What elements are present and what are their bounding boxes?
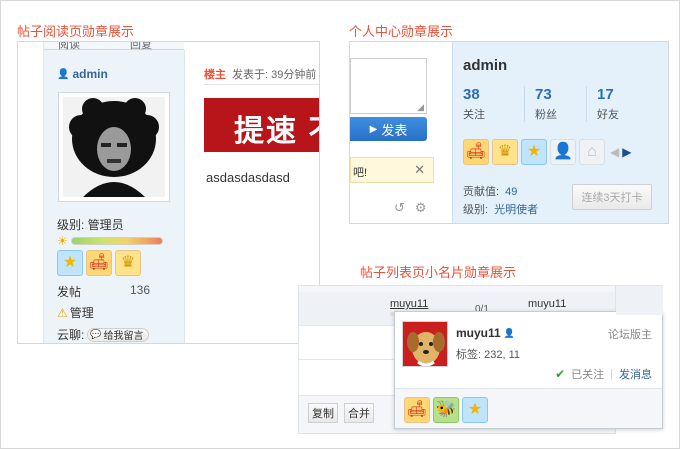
- followed-status[interactable]: 已关注: [571, 366, 604, 382]
- post-divider: [204, 84, 319, 85]
- level-progress-bar: [70, 237, 163, 245]
- list-section-title: 帖子列表页小名片勋章展示: [360, 265, 517, 280]
- post-textarea[interactable]: ◢: [350, 58, 427, 114]
- user-icon: 👤: [57, 68, 70, 80]
- level-bar-row: ☀: [57, 234, 163, 248]
- author-column: 👤 admin 级别: 管理员 ☀ ★ 🛋 ♛ 发帖 136 ⚠ 管理 云聊: …: [44, 50, 185, 343]
- card-role: 论坛版主: [608, 329, 652, 341]
- send-message-link[interactable]: 发消息: [619, 366, 652, 382]
- star-badge-icon[interactable]: ★: [521, 139, 547, 165]
- cloud-chat-row: 云聊: 💬 给我留言: [57, 326, 149, 343]
- house-badge-icon[interactable]: ⌂: [579, 139, 605, 165]
- posts-count: 136: [130, 283, 151, 297]
- copy-button[interactable]: 复制: [308, 403, 338, 423]
- cloud-chat-label: 云聊:: [57, 328, 85, 342]
- card-actions: ✔ 已关注 | 发消息: [555, 366, 652, 382]
- notice-bar: 吧! ✕: [350, 157, 434, 183]
- chat-icon: 💬: [90, 329, 102, 339]
- post-banner-image: 提速 不: [204, 98, 319, 152]
- post-meta: 楼主 发表于: 39分钟前: [204, 66, 316, 82]
- avatar-portrait-image: [63, 97, 165, 197]
- card-badge-area: 🛋 🐝 ★: [395, 388, 662, 428]
- submit-button[interactable]: ▶ 发表: [350, 117, 427, 141]
- profile-stats: 38 关注 73 粉丝 17 好友: [463, 86, 649, 122]
- list-toolbar: 复制 合并: [308, 403, 374, 423]
- sofa-badge-icon[interactable]: 🛋: [86, 250, 112, 276]
- profile-level-row: 级别: 光明使者: [463, 204, 539, 216]
- stat-friends[interactable]: 17 好友: [587, 86, 649, 122]
- manage-row: ⚠ 管理: [57, 304, 94, 321]
- merge-button[interactable]: 合并: [344, 403, 374, 423]
- user-mini-card: muyu11 👤 论坛版主 标签: 232, 11 ✔ 已关注 | 发消息 🛋 …: [394, 311, 663, 429]
- card-badges: 🛋 🐝 ★: [404, 397, 488, 423]
- posts-label: 发帖: [57, 285, 82, 299]
- left-strip: [18, 42, 44, 343]
- resize-handle-icon: ◢: [417, 102, 424, 112]
- thread-section-title: 帖子阅读页勋章展示: [17, 24, 135, 39]
- composer-tools: ↺ ⚙: [394, 200, 427, 216]
- card-tags: 标签: 232, 11: [456, 349, 520, 361]
- profile-badges: 🛋 ♛ ★ 👤 ⌂ ◀ ▶: [463, 139, 631, 165]
- profile-panel: ◢ ▶ 发表 吧! ✕ ↺ ⚙ admin 38 关注 73 粉丝 17 好友: [349, 41, 669, 224]
- message-me-button[interactable]: 💬 给我留言: [87, 327, 149, 342]
- checkin-button[interactable]: 连续3天打卡: [572, 184, 652, 210]
- row-author[interactable]: muyu11: [390, 298, 428, 310]
- post-body: asdasdasdasd: [206, 170, 290, 185]
- card-avatar[interactable]: [402, 321, 448, 367]
- profile-section-title: 个人中心勋章展示: [349, 24, 454, 39]
- profile-card: admin 38 关注 73 粉丝 17 好友 🛋 ♛ ★ 👤 ⌂ ◀ ▶ 贡献…: [452, 42, 668, 223]
- person-badge-icon[interactable]: 👤: [550, 139, 576, 165]
- author-name-row: 👤 admin: [57, 67, 108, 81]
- avatar[interactable]: [58, 92, 170, 202]
- thread-panel: 阅读 回复 👤 admin 级别: 管理员 ☀ ★ 🛋 ♛ 发帖 136 ⚠ 管…: [17, 41, 320, 344]
- warning-icon: ⚠: [57, 305, 68, 320]
- action-divider: |: [610, 368, 613, 380]
- user-icon: 👤: [503, 327, 515, 338]
- play-icon: ▶: [369, 123, 378, 135]
- sun-icon: ☀: [57, 234, 68, 248]
- crown-badge-icon[interactable]: ♛: [115, 250, 141, 276]
- manage-link[interactable]: 管理: [70, 304, 94, 321]
- gear-icon[interactable]: ⚙: [415, 200, 427, 216]
- checkmark-icon: ✔: [555, 367, 566, 381]
- sofa-badge-icon[interactable]: 🛋: [463, 139, 489, 165]
- thread-tabs: 阅读 回复: [44, 42, 184, 51]
- crown-badge-icon[interactable]: ♛: [492, 139, 518, 165]
- bee-badge-icon[interactable]: 🐝: [433, 397, 459, 423]
- sofa-badge-icon[interactable]: 🛋: [404, 397, 430, 423]
- thread-badges: ★ 🛋 ♛: [57, 250, 141, 276]
- profile-username[interactable]: admin: [463, 57, 507, 74]
- contribution-row: 贡献值: 49: [463, 186, 518, 198]
- dog-avatar-image: [403, 322, 447, 366]
- list-panel-edge: [616, 285, 663, 315]
- level-label: 级别: 管理员: [57, 218, 124, 232]
- close-icon[interactable]: ✕: [414, 162, 425, 178]
- next-arrow-icon[interactable]: ▶: [622, 145, 631, 159]
- stat-fans[interactable]: 73 粉丝: [525, 86, 587, 122]
- row-last-poster[interactable]: muyu11: [528, 298, 566, 310]
- posted-time: 发表于: 39分钟前: [232, 69, 317, 81]
- card-username[interactable]: muyu11: [456, 326, 501, 340]
- star-badge-icon[interactable]: ★: [57, 250, 83, 276]
- star-badge-icon[interactable]: ★: [462, 397, 488, 423]
- card-username-row: muyu11 👤: [456, 326, 515, 340]
- prev-arrow-icon[interactable]: ◀: [610, 145, 619, 159]
- author-username[interactable]: admin: [72, 67, 107, 81]
- author-tag: 楼主: [204, 69, 226, 81]
- stat-following[interactable]: 38 关注: [463, 86, 525, 122]
- refresh-icon[interactable]: ↺: [394, 200, 405, 216]
